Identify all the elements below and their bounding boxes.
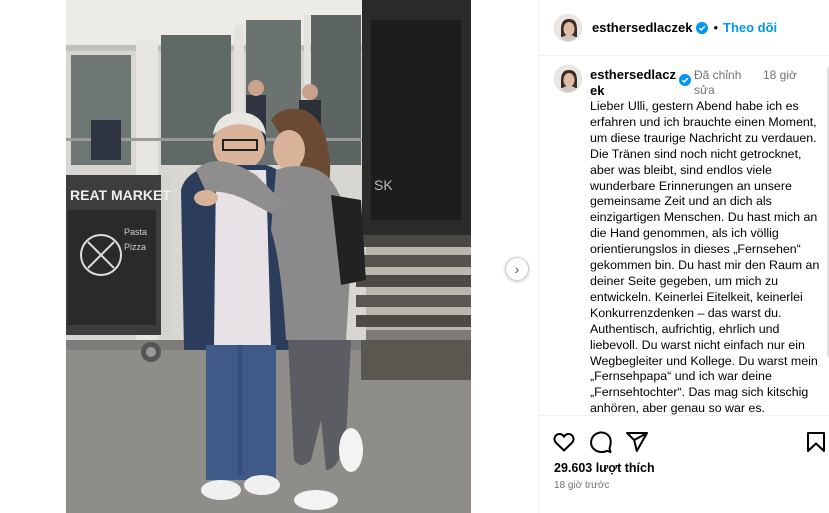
share-icon[interactable] [625, 430, 649, 454]
comments-area[interactable]: esthersedlaczek Đã chỉnh sửa 18 giờ Lieb… [539, 57, 827, 415]
next-image-button[interactable]: › [505, 257, 529, 281]
verified-badge-icon [696, 21, 709, 34]
photo-illustration: SK REAT MARKET Pasta Pizza [66, 0, 471, 513]
post-actions: 29.603 lượt thích 18 giờ trước [539, 415, 829, 513]
caption-avatar[interactable] [554, 65, 582, 93]
edited-label: Đã chỉnh sửa [694, 68, 742, 97]
caption-text: Lieber Ulli, gestern Abend habe ich es e… [590, 99, 820, 415]
svg-text:Pizza: Pizza [124, 242, 146, 252]
post-header: esthersedlaczek • Theo dõi [539, 0, 829, 56]
bookmark-icon[interactable] [804, 430, 828, 454]
caption-time: 18 giờ [763, 68, 797, 82]
door-sign: SK [374, 177, 393, 193]
comment-icon[interactable] [589, 430, 613, 454]
caption-username[interactable]: esthersedlaczek [590, 67, 678, 99]
verified-badge-icon [679, 74, 691, 86]
post-timestamp[interactable]: 18 giờ trước [554, 480, 609, 491]
likes-count[interactable]: 29.603 lượt thích [554, 461, 655, 475]
chevron-right-icon: › [514, 261, 520, 277]
username[interactable]: esthersedlaczek [592, 20, 692, 35]
avatar[interactable] [554, 13, 582, 42]
post-side-panel: esthersedlaczek • Theo dõi esthersedlacz… [538, 0, 829, 513]
heart-icon[interactable] [552, 430, 576, 454]
avatar-image [555, 14, 581, 41]
post-photo[interactable]: SK REAT MARKET Pasta Pizza [66, 0, 471, 513]
svg-text:Pasta: Pasta [124, 227, 147, 237]
post-media: SK REAT MARKET Pasta Pizza › [0, 0, 538, 513]
follow-button[interactable]: Theo dõi [723, 20, 777, 35]
market-sign: REAT MARKET [70, 187, 171, 203]
separator: • [713, 20, 719, 35]
